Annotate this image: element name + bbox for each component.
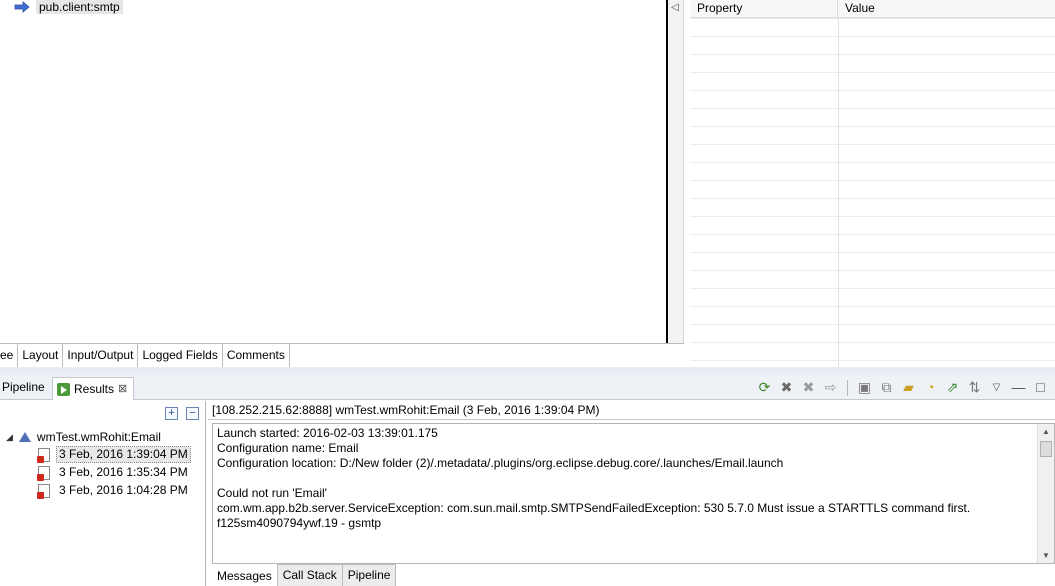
error-result-icon bbox=[37, 447, 50, 463]
tab-logged-fields[interactable]: Logged Fields bbox=[138, 344, 223, 368]
console-line: f125sm4090794ywf.19 - gsmtp bbox=[217, 516, 382, 530]
console-line: Configuration location: D:/New folder (2… bbox=[217, 456, 784, 470]
tab-input-output[interactable]: Input/Output bbox=[63, 344, 139, 368]
load-icon[interactable]: ◔ bbox=[922, 379, 939, 396]
service-node-label: pub.client:smtp bbox=[36, 0, 123, 14]
properties-grid bbox=[690, 18, 1055, 367]
editor-canvas[interactable]: pub.client:smtp bbox=[0, 0, 668, 343]
tree-root-label: wmTest.wmRohit:Email bbox=[36, 430, 161, 444]
results-icon bbox=[57, 382, 70, 396]
tab-comments[interactable]: Comments bbox=[222, 344, 290, 368]
tree-item-label: 3 Feb, 2016 1:04:28 PM bbox=[59, 483, 188, 497]
open-folder-icon[interactable]: ▰ bbox=[900, 379, 917, 396]
error-result-icon bbox=[37, 483, 50, 499]
forward-icon[interactable]: ⇨ bbox=[822, 379, 839, 396]
tree-buttons: + − bbox=[165, 407, 199, 420]
collapse-strip[interactable]: ◁ bbox=[668, 0, 684, 343]
tab-results[interactable]: Results ⊠ bbox=[52, 377, 135, 400]
remove-all-icon[interactable]: ✖ bbox=[800, 379, 817, 396]
scroll-thumb[interactable] bbox=[1040, 441, 1052, 457]
tree-item[interactable]: 3 Feb, 2016 1:39:04 PM bbox=[37, 446, 191, 463]
scroll-down-icon[interactable]: ▼ bbox=[1042, 551, 1050, 560]
result-tab-bar: Messages Call Stack Pipeline bbox=[212, 564, 1055, 586]
console-line: Could not run 'Email' bbox=[217, 486, 327, 500]
minimize-icon[interactable]: — bbox=[1010, 379, 1027, 396]
flow-service-icon bbox=[18, 432, 31, 442]
invoke-arrow-icon bbox=[14, 1, 30, 13]
sort-icon[interactable]: ⇅ bbox=[966, 379, 983, 396]
results-toolbar: ⟳ ✖ ✖ ⇨ ▣ ⧉ ▰ ◔ ⇗ ⇅ ▽ — □ bbox=[756, 379, 1049, 396]
console-line: Configuration name: Email bbox=[217, 441, 359, 455]
tab-messages[interactable]: Messages bbox=[212, 564, 278, 586]
tree-item-label: 3 Feb, 2016 1:39:04 PM bbox=[56, 446, 191, 463]
remove-icon[interactable]: ✖ bbox=[778, 379, 795, 396]
close-icon[interactable]: ⊠ bbox=[118, 379, 127, 400]
tab-results-label: Results bbox=[74, 381, 115, 396]
console-line: com.wm.app.b2b.server.ServiceException: … bbox=[217, 501, 971, 515]
properties-header: Property Value bbox=[690, 0, 1055, 18]
tab-call-stack[interactable]: Call Stack bbox=[277, 564, 343, 586]
save-icon[interactable]: ▣ bbox=[856, 379, 873, 396]
tab-pipeline[interactable]: Pipeline bbox=[2, 377, 45, 400]
column-property[interactable]: Property bbox=[690, 0, 838, 18]
rerun-icon[interactable]: ⟳ bbox=[756, 379, 773, 396]
export-icon[interactable]: ⇗ bbox=[944, 379, 961, 396]
console-line: Launch started: 2016-02-03 13:39:01.175 bbox=[217, 426, 438, 440]
error-result-icon bbox=[37, 465, 50, 481]
view-menu-icon[interactable]: ▽ bbox=[988, 379, 1005, 396]
tree-item[interactable]: 3 Feb, 2016 1:35:34 PM bbox=[37, 464, 191, 481]
expand-all-icon[interactable]: + bbox=[165, 407, 178, 420]
tab-result-pipeline[interactable]: Pipeline bbox=[342, 564, 397, 586]
service-node[interactable]: pub.client:smtp bbox=[14, 0, 123, 14]
panel-separator[interactable] bbox=[0, 367, 1055, 375]
collapse-all-icon[interactable]: − bbox=[186, 407, 199, 420]
result-header: [108.252.215.62:8888] wmTest.wmRohit:Ema… bbox=[208, 401, 1055, 420]
toolbar-separator bbox=[847, 379, 848, 396]
expand-twisty-icon[interactable]: ◢ bbox=[6, 432, 13, 443]
tab-tree[interactable]: ee bbox=[0, 344, 19, 368]
save-all-icon[interactable]: ⧉ bbox=[878, 379, 895, 396]
vertical-scrollbar[interactable]: ▲ ▼ bbox=[1037, 424, 1054, 563]
scroll-up-icon[interactable]: ▲ bbox=[1042, 427, 1050, 436]
console-text: Launch started: 2016-02-03 13:39:01.175 … bbox=[217, 426, 970, 531]
collapse-arrow-icon[interactable]: ◁ bbox=[671, 2, 679, 13]
tab-layout[interactable]: Layout bbox=[18, 344, 64, 368]
tree-root[interactable]: ◢ wmTest.wmRohit:Email bbox=[6, 430, 161, 444]
properties-panel: Property Value bbox=[690, 0, 1055, 367]
column-value[interactable]: Value bbox=[838, 0, 1055, 18]
view-tab-bar: Pipeline Results ⊠ ⟳ ✖ ✖ ⇨ ▣ ⧉ ▰ ◔ ⇗ ⇅ ▽… bbox=[0, 375, 1055, 400]
maximize-icon[interactable]: □ bbox=[1032, 379, 1049, 396]
tree-item[interactable]: 3 Feb, 2016 1:04:28 PM bbox=[37, 482, 191, 499]
editor-tab-bar: ee Layout Input/Output Logged Fields Com… bbox=[0, 343, 684, 368]
properties-column-divider bbox=[838, 18, 839, 367]
messages-console[interactable]: Launch started: 2016-02-03 13:39:01.175 … bbox=[212, 423, 1055, 564]
results-tree: + − ◢ wmTest.wmRohit:Email 3 Feb, 2016 1… bbox=[0, 401, 206, 586]
tree-item-label: 3 Feb, 2016 1:35:34 PM bbox=[59, 465, 188, 479]
